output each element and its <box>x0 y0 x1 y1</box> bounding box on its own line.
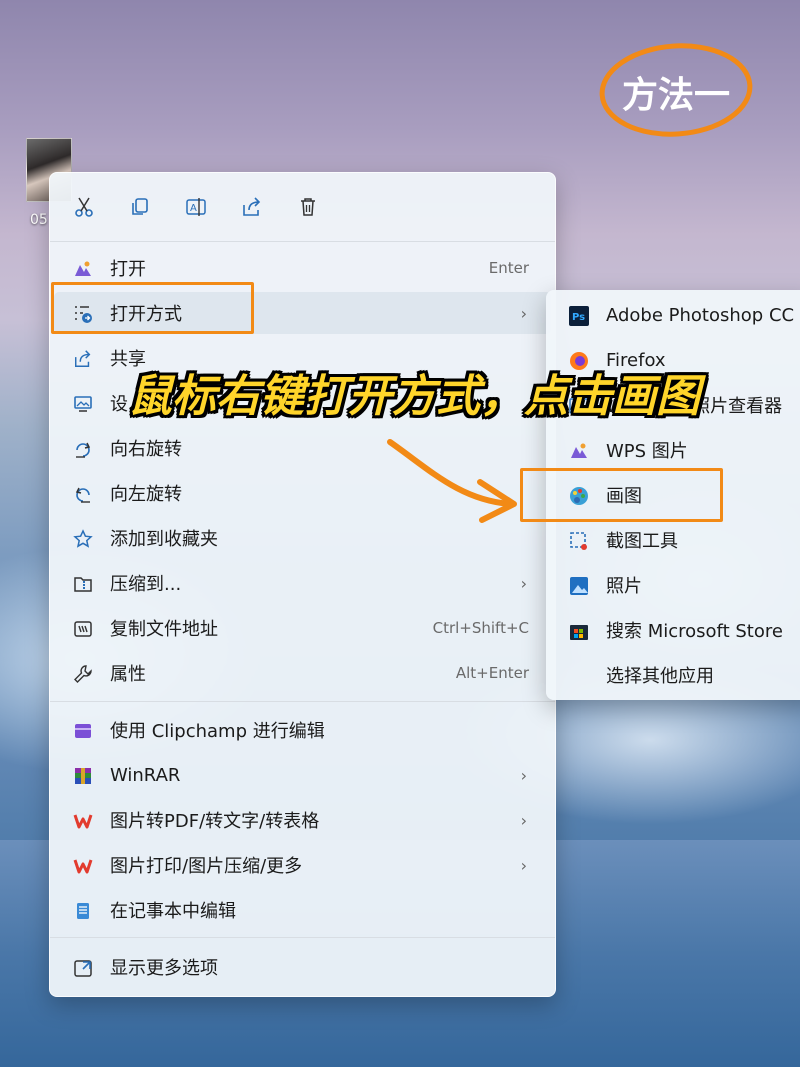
notepad-icon <box>72 900 94 922</box>
svg-text:Ps: Ps <box>572 312 585 323</box>
chevron-right-icon: › <box>520 573 527 593</box>
menu-item-label: WinRAR <box>110 764 181 786</box>
shortcut-label: Ctrl+Shift+C <box>432 619 529 637</box>
menu-item-label: 压缩到... <box>110 574 182 595</box>
menu-item-label: 向左旋转 <box>110 484 182 505</box>
star-icon <box>72 528 94 550</box>
menu-item-label: 设 <box>110 394 128 415</box>
copy-icon <box>132 198 148 215</box>
store-icon <box>568 620 590 642</box>
submenu-item-label: 搜索 Microsoft Store <box>606 621 783 642</box>
submenu-item-store-search[interactable]: 搜索 Microsoft Store <box>550 609 800 651</box>
method-badge-text: 方法一 <box>622 75 731 116</box>
wps-picture-icon <box>568 440 590 462</box>
menu-item-wps-convert[interactable]: 图片转PDF/转文字/转表格 › <box>54 799 551 841</box>
menu-item-clipchamp[interactable]: 使用 Clipchamp 进行编辑 <box>54 709 551 751</box>
copy-button[interactable] <box>122 189 158 225</box>
winrar-icon <box>72 765 94 787</box>
submenu-item-photos[interactable]: 照片 <box>550 564 800 606</box>
menu-separator <box>50 937 555 938</box>
menu-item-wps-print[interactable]: 图片打印/图片压缩/更多 › <box>54 844 551 886</box>
photos-icon <box>568 575 590 597</box>
menu-item-properties[interactable]: 属性 Alt+Enter <box>54 652 551 694</box>
menu-item-label: 打开 <box>110 259 146 280</box>
submenu-item-label: 截图工具 <box>606 531 678 552</box>
submenu-item-choose-other[interactable]: 选择其他应用 <box>550 654 800 696</box>
photos-app-icon <box>72 258 94 280</box>
menu-item-label: 图片打印/图片压缩/更多 <box>110 856 303 877</box>
rotate-right-icon <box>72 438 94 460</box>
menu-item-label: 显示更多选项 <box>110 958 218 979</box>
submenu-item-photoshop[interactable]: Ps Adobe Photoshop CC . <box>550 294 800 336</box>
share-toolbar-button[interactable] <box>234 189 270 225</box>
wps-icon <box>72 855 94 877</box>
chevron-right-icon: › <box>520 810 527 830</box>
wrench-icon <box>72 663 94 685</box>
snipping-tool-icon <box>568 530 590 552</box>
instruction-caption: 鼠标右键打开方式，点击画图 <box>128 371 700 422</box>
menu-item-compress[interactable]: 压缩到... › <box>54 562 551 604</box>
wallpaper-icon <box>72 393 94 415</box>
zip-folder-icon <box>72 573 94 595</box>
copy-path-icon <box>72 618 94 640</box>
submenu-item-label: 照片 <box>606 576 642 597</box>
toolbar-separator <box>50 241 555 242</box>
menu-separator <box>50 701 555 702</box>
photoshop-icon: Ps <box>568 305 590 327</box>
chevron-right-icon: › <box>520 765 527 785</box>
submenu-item-label: WPS 图片 <box>606 441 688 462</box>
desktop-icon-label[interactable]: 05 <box>30 212 48 228</box>
paint-highlight-box <box>520 468 723 522</box>
menu-item-label: 复制文件地址 <box>110 619 218 640</box>
menu-item-label: 添加到收藏夹 <box>110 529 218 550</box>
cut-button[interactable] <box>66 189 102 225</box>
menu-item-notepad[interactable]: 在记事本中编辑 <box>54 889 551 931</box>
menu-item-label: 图片转PDF/转文字/转表格 <box>110 811 320 832</box>
menu-item-show-more[interactable]: 显示更多选项 <box>54 946 551 988</box>
submenu-item-label: Adobe Photoshop CC . <box>606 304 800 326</box>
delete-icon <box>301 198 315 216</box>
chevron-right-icon: › <box>520 855 527 875</box>
shortcut-label: Alt+Enter <box>455 664 529 682</box>
menu-item-label: 在记事本中编辑 <box>110 901 236 922</box>
clipchamp-icon <box>72 720 94 742</box>
share-icon <box>72 348 94 370</box>
rotate-left-icon <box>72 483 94 505</box>
svg-text:A: A <box>190 203 197 214</box>
menu-item-label: 属性 <box>110 664 146 685</box>
open-with-highlight-box <box>51 282 254 334</box>
submenu-item-snipping-tool[interactable]: 截图工具 <box>550 519 800 561</box>
submenu-item-wps-picture[interactable]: WPS 图片 <box>550 429 800 471</box>
menu-item-label: 使用 Clipchamp 进行编辑 <box>110 721 325 742</box>
cut-icon <box>75 197 93 217</box>
menu-item-copy-path[interactable]: 复制文件地址 Ctrl+Shift+C <box>54 607 551 649</box>
menu-item-winrar[interactable]: WinRAR › <box>54 754 551 796</box>
chevron-right-icon: › <box>520 303 527 323</box>
share-icon <box>243 197 261 216</box>
menu-item-label: 向右旋转 <box>110 439 182 460</box>
wps-icon <box>72 810 94 832</box>
rename-button[interactable]: A <box>178 189 214 225</box>
submenu-item-label: 选择其他应用 <box>606 666 714 687</box>
show-more-icon <box>72 957 94 979</box>
shortcut-label: Enter <box>488 259 529 277</box>
delete-button[interactable] <box>290 189 326 225</box>
rename-icon: A <box>186 198 206 216</box>
context-menu-toolbar: A <box>50 173 555 241</box>
pointer-arrow <box>387 439 517 523</box>
